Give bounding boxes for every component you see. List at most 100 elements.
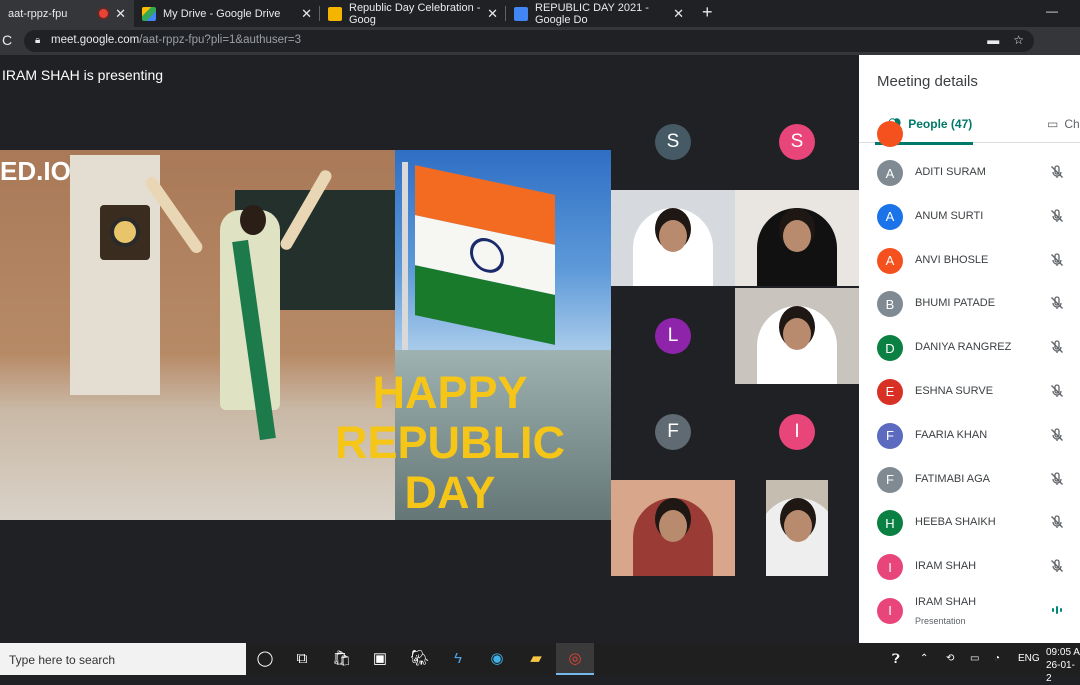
avatar: F — [655, 414, 691, 450]
tab-title: Republic Day Celebration - Goog — [349, 1, 481, 26]
avatar: S — [779, 124, 815, 160]
tab-drive[interactable]: My Drive - Google Drive ✕ — [134, 0, 320, 27]
participant-grid: S S L F I — [611, 94, 859, 578]
language-indicator[interactable]: ENG — [1018, 653, 1040, 664]
chevron-up-icon[interactable]: ⌃ — [920, 653, 928, 664]
participant-row[interactable]: F FAARIA KHAN — [859, 414, 1080, 458]
url-text[interactable]: meet.google.com/aat-rppz-fpu?pli=1&authu… — [51, 34, 301, 46]
participant-row[interactable]: A ANVI BHOSLE — [859, 239, 1080, 283]
reload-icon[interactable]: C — [2, 32, 12, 48]
participant-row[interactable]: A ANUM SURTI — [859, 195, 1080, 239]
participant-name: ANVI BHOSLE — [915, 253, 989, 266]
participant-tile[interactable]: F — [611, 384, 735, 480]
avatar: I — [779, 414, 815, 450]
tab-title: My Drive - Google Drive — [163, 7, 281, 20]
panel-title: Meeting details — [877, 73, 978, 90]
tab-meet[interactable]: aat-rppz-fpu ✕ — [0, 0, 134, 27]
postgres-icon[interactable]: 🐘︎ — [410, 650, 429, 668]
participant-video[interactable] — [735, 288, 859, 384]
participant-video[interactable] — [611, 480, 735, 576]
participant-subtitle: Presentation — [915, 615, 966, 626]
meeting-details-panel: Meeting details 👥︎ People (47) ▭ Ch AADI… — [859, 55, 1080, 643]
participant-row[interactable]: D DANIYA RANGREZ — [859, 326, 1080, 370]
cortana-icon[interactable]: ◯ — [256, 650, 274, 668]
omnibox[interactable]: 🔒︎ meet.google.com/aat-rppz-fpu?pli=1&au… — [24, 30, 1034, 52]
participant-row[interactable]: F FATIMABI AGA — [859, 458, 1080, 502]
avatar: A — [877, 160, 903, 186]
participant-name: ANUM SURTI — [915, 209, 984, 222]
mic-muted-icon[interactable] — [1049, 252, 1065, 268]
avatar: D — [877, 335, 903, 362]
participant-row[interactable]: I IRAM SHAH — [859, 545, 1080, 589]
participant-row[interactable]: E ESHNA SURVE — [859, 370, 1080, 414]
url-host: meet.google.com — [51, 34, 140, 46]
tab-slides[interactable]: Republic Day Celebration - Goog ✕ — [320, 0, 506, 27]
close-icon[interactable]: ✕ — [487, 6, 498, 22]
file-explorer-icon[interactable]: ▰ — [527, 650, 545, 668]
participant-tile[interactable]: S — [735, 94, 859, 190]
participant-name: BHUMI PATADE — [915, 297, 996, 310]
edge-icon[interactable]: ◉ — [488, 650, 506, 668]
participant-name: ESHNA SURVE — [915, 384, 994, 397]
indian-flag-image — [415, 165, 555, 345]
mic-muted-icon[interactable] — [1049, 383, 1065, 399]
mic-muted-icon[interactable] — [1049, 208, 1065, 224]
slide-brand-text: ED.IO — [0, 156, 71, 186]
tab-title: aat-rppz-fpu — [8, 7, 68, 20]
url-path: /aat-rppz-fpu?pli=1&authuser=3 — [139, 34, 301, 46]
participant-video[interactable] — [611, 190, 735, 286]
mic-muted-icon[interactable] — [1049, 427, 1065, 443]
participant-name: FAARIA KHAN — [915, 428, 988, 441]
participant-tile[interactable]: S — [611, 94, 735, 190]
participant-name: IRAM SHAH — [915, 595, 977, 608]
participant-row[interactable]: A ADITI SURAM — [859, 151, 1080, 195]
participant-row[interactable]: B BHUMI PATADE — [859, 282, 1080, 326]
vscode-icon[interactable]: ϟ — [449, 650, 467, 668]
mic-muted-icon[interactable] — [1049, 295, 1065, 311]
terminal-icon[interactable]: ▣ — [371, 650, 389, 668]
clock-time: 09:05 A — [1046, 647, 1080, 658]
slide-headline: HAPPY REPUBLIC DAY — [300, 368, 600, 518]
chrome-icon[interactable]: ◎ — [566, 650, 584, 668]
taskbar-search[interactable]: Type here to search — [0, 643, 246, 675]
headline-line: DAY — [404, 467, 496, 518]
battery-icon[interactable]: ▭ — [970, 653, 979, 664]
audio-level-icon[interactable] — [1049, 602, 1065, 618]
store-icon[interactable]: 🛍︎ — [332, 650, 351, 668]
participant-row[interactable]: I IRAM SHAH Presentation — [859, 589, 1080, 633]
mic-muted-icon[interactable] — [1049, 514, 1065, 530]
participant-video[interactable] — [735, 190, 859, 286]
lock-icon[interactable]: 🔒︎ — [35, 35, 40, 46]
avatar: S — [655, 124, 691, 160]
camera-icon[interactable]: ▬ — [987, 33, 999, 47]
address-bar: C 🔒︎ meet.google.com/aat-rppz-fpu?pli=1&… — [0, 27, 1080, 74]
mic-muted-icon[interactable] — [1049, 471, 1065, 487]
participant-video[interactable] — [766, 480, 828, 576]
participant-tile[interactable]: I — [735, 384, 859, 480]
wifi-icon[interactable]: ◔ — [994, 653, 1000, 664]
clock[interactable]: 09:05 A 26-01-2 — [1046, 646, 1080, 685]
participant-tile[interactable]: L — [611, 288, 735, 384]
close-icon[interactable]: ✕ — [301, 6, 312, 22]
participant-row[interactable]: H HEEBA SHAIKH — [859, 501, 1080, 545]
help-icon[interactable]: ❓︎ — [892, 651, 900, 667]
mic-muted-icon[interactable] — [1049, 339, 1065, 355]
headline-line: HAPPY — [372, 367, 528, 418]
task-view-icon[interactable]: ⧉ — [293, 650, 311, 668]
docs-icon — [514, 6, 528, 21]
avatar: E — [877, 378, 903, 405]
participant-name: HEEBA SHAIKH — [915, 516, 996, 529]
close-icon[interactable]: ✕ — [115, 6, 126, 22]
meet-stage: IRAM SHAH is presenting ED.IO HAPPY REPU… — [0, 55, 859, 643]
list-item[interactable] — [859, 121, 1080, 151]
mic-muted-icon[interactable] — [1049, 558, 1065, 574]
sync-icon[interactable]: ⟲ — [946, 653, 954, 664]
minimize-button[interactable]: — — [1046, 4, 1058, 18]
star-icon[interactable]: ☆ — [1013, 33, 1024, 47]
close-icon[interactable]: ✕ — [673, 6, 684, 22]
clock-date: 26-01-2 — [1046, 660, 1075, 684]
mic-muted-icon[interactable] — [1049, 164, 1065, 180]
tab-docs[interactable]: REPUBLIC DAY 2021 - Google Do ✕ — [506, 0, 692, 27]
new-tab-button[interactable]: + — [702, 2, 713, 23]
participant-name: FATIMABI AGA — [915, 472, 990, 485]
